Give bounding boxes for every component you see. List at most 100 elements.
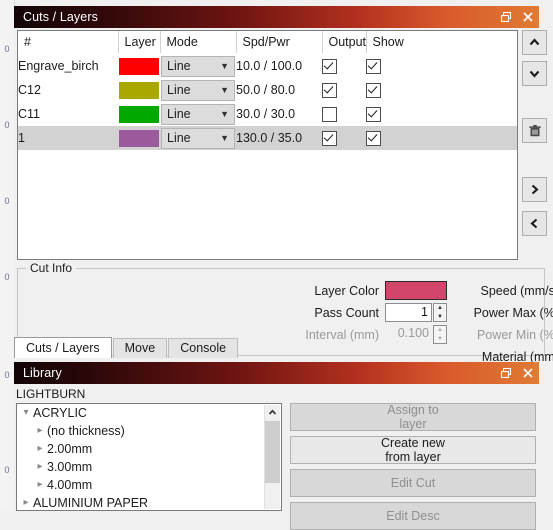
output-checkbox[interactable] (322, 82, 337, 98)
library-button-edit-cut[interactable]: Edit Cut (290, 469, 536, 497)
layer-mode-cell[interactable]: Line ▼ (160, 102, 236, 126)
restore-icon[interactable] (495, 362, 517, 384)
layer-color-swatch[interactable] (385, 281, 447, 300)
tree-item[interactable]: ▸ (no thickness) (17, 422, 281, 440)
mode-dropdown[interactable]: Line ▼ (161, 127, 235, 149)
output-checkbox[interactable] (322, 58, 337, 74)
output-checkbox[interactable] (322, 130, 337, 146)
close-icon[interactable] (517, 6, 539, 28)
column-header-spd-pwr[interactable]: Spd/Pwr (236, 31, 323, 54)
move-right-button[interactable] (522, 177, 547, 202)
tree-item[interactable]: ▸ ALUMINIUM PAPER (17, 494, 281, 510)
layer-table[interactable]: # Layer Mode Spd/Pwr Output Show Engrave… (17, 30, 518, 260)
layer-speed-power-cell[interactable]: 50.0 / 80.0 (236, 78, 322, 102)
layer-show-cell[interactable] (366, 102, 517, 126)
layer-name-cell[interactable]: C11 (18, 102, 118, 126)
layer-show-cell[interactable] (366, 78, 517, 102)
scrollbar-thumb[interactable] (265, 421, 280, 483)
move-down-button[interactable] (522, 61, 547, 86)
chevron-right-icon[interactable]: ▸ (33, 476, 47, 494)
column-header-number[interactable]: # (18, 31, 119, 54)
chevron-down-icon[interactable]: ▾ (19, 404, 33, 422)
mode-dropdown[interactable]: Line ▼ (161, 79, 235, 101)
output-checkbox[interactable] (322, 106, 337, 122)
speed-label: Speed (mm/s) (480, 283, 553, 298)
tab-console[interactable]: Console (168, 338, 239, 358)
chevron-right-icon[interactable]: ▸ (33, 422, 47, 440)
table-row[interactable]: C11 Line ▼ 30.0 / 30.0 (18, 102, 517, 126)
layer-color-cell[interactable] (118, 126, 160, 150)
delete-button[interactable] (522, 118, 547, 143)
layer-speed-power-cell[interactable]: 10.0 / 100.0 (236, 53, 322, 78)
column-header-output[interactable]: Output (322, 31, 367, 54)
tree-item-label: 3.00mm (47, 460, 93, 474)
layer-output-cell[interactable] (322, 78, 366, 102)
tree-item-label: 4.00mm (47, 478, 93, 492)
library-button-assign-to[interactable]: Assign to layer (290, 403, 536, 431)
show-checkbox[interactable] (366, 58, 381, 74)
chevron-right-icon[interactable]: ▸ (33, 440, 47, 458)
mode-value: Line (167, 130, 191, 145)
layer-name-cell[interactable]: C12 (18, 78, 118, 102)
cuts-layers-panel: Cuts / Layers # Layer Mode Spd/Pwr Outpu… (14, 6, 553, 364)
library-tree-scrollbar[interactable] (264, 405, 280, 509)
vertical-ruler: 0 0 0 0 0 0 (0, 0, 15, 511)
layer-show-cell[interactable] (366, 53, 517, 78)
layer-color-swatch[interactable] (119, 81, 159, 99)
layer-output-cell[interactable] (322, 102, 366, 126)
column-header-mode[interactable]: Mode (160, 31, 237, 54)
layer-output-cell[interactable] (322, 126, 366, 150)
tree-item[interactable]: ▸ 2.00mm (17, 440, 281, 458)
layer-color-swatch[interactable] (119, 129, 159, 147)
layer-speed-power-cell[interactable]: 130.0 / 35.0 (236, 126, 322, 150)
tab-move[interactable]: Move (112, 338, 168, 358)
library-title: Library (23, 366, 62, 380)
chevron-right-icon[interactable]: ▸ (33, 458, 47, 476)
layer-output-cell[interactable] (322, 53, 366, 78)
pass-count-stepper[interactable]: ▲ ▼ (433, 303, 447, 322)
column-header-show[interactable]: Show (366, 31, 517, 54)
chevron-right-icon[interactable]: ▸ (19, 494, 33, 510)
move-up-button[interactable] (522, 30, 547, 55)
tree-item[interactable]: ▸ 3.00mm (17, 458, 281, 476)
mode-dropdown[interactable]: Line ▼ (161, 103, 235, 125)
scroll-up-icon[interactable] (265, 405, 280, 420)
layer-color-cell[interactable] (118, 53, 160, 78)
restore-icon[interactable] (495, 6, 517, 28)
close-icon[interactable] (517, 362, 539, 384)
layer-color-swatch[interactable] (119, 105, 159, 123)
library-button-create-new[interactable]: Create new from layer (290, 436, 536, 464)
show-checkbox[interactable] (366, 82, 381, 98)
mode-dropdown[interactable]: Line ▼ (161, 55, 235, 77)
cuts-layers-body: # Layer Mode Spd/Pwr Output Show Engrave… (14, 28, 553, 364)
show-checkbox[interactable] (366, 106, 381, 122)
pass-count-label: Pass Count (314, 305, 379, 320)
layer-show-cell[interactable] (366, 126, 517, 150)
layer-mode-cell[interactable]: Line ▼ (160, 126, 236, 150)
layer-mode-cell[interactable]: Line ▼ (160, 53, 236, 78)
layer-color-cell[interactable] (118, 78, 160, 102)
cuts-layers-title: Cuts / Layers (23, 10, 98, 24)
tree-item[interactable]: ▾ ACRYLIC (17, 404, 281, 422)
table-row[interactable]: Engrave_birch Line ▼ 10.0 / 100.0 (18, 53, 517, 78)
ruler-tick: 0 (4, 44, 10, 54)
table-row[interactable]: C12 Line ▼ 50.0 / 80.0 (18, 78, 517, 102)
tree-item[interactable]: ▸ 4.00mm (17, 476, 281, 494)
layer-mode-cell[interactable]: Line ▼ (160, 78, 236, 102)
layer-name-cell[interactable]: 1 (18, 126, 118, 150)
pass-count-input[interactable]: 1 (385, 303, 432, 322)
library-tree[interactable]: ▾ ACRYLIC ▸ (no thickness) ▸ 2.00mm ▸ 3.00mm ▸ 4.… (16, 403, 282, 511)
move-left-button[interactable] (522, 211, 547, 236)
power-max-label: Power Max (%) (473, 305, 553, 320)
tab-cuts-layers[interactable]: Cuts / Layers (14, 337, 112, 358)
library-body: LIGHTBURN ▾ ACRYLIC ▸ (no thickness) ▸ 2.00mm… (14, 384, 539, 530)
show-checkbox[interactable] (366, 130, 381, 146)
layer-name-cell[interactable]: Engrave_birch (18, 53, 118, 78)
table-row[interactable]: 1 Line ▼ 130.0 / 35.0 (18, 126, 517, 150)
ruler-tick: 0 (4, 465, 10, 475)
layer-speed-power-cell[interactable]: 30.0 / 30.0 (236, 102, 322, 126)
column-header-layer[interactable]: Layer (118, 31, 161, 54)
library-button-edit-desc[interactable]: Edit Desc (290, 502, 536, 530)
layer-color-cell[interactable] (118, 102, 160, 126)
layer-color-swatch[interactable] (119, 57, 159, 75)
